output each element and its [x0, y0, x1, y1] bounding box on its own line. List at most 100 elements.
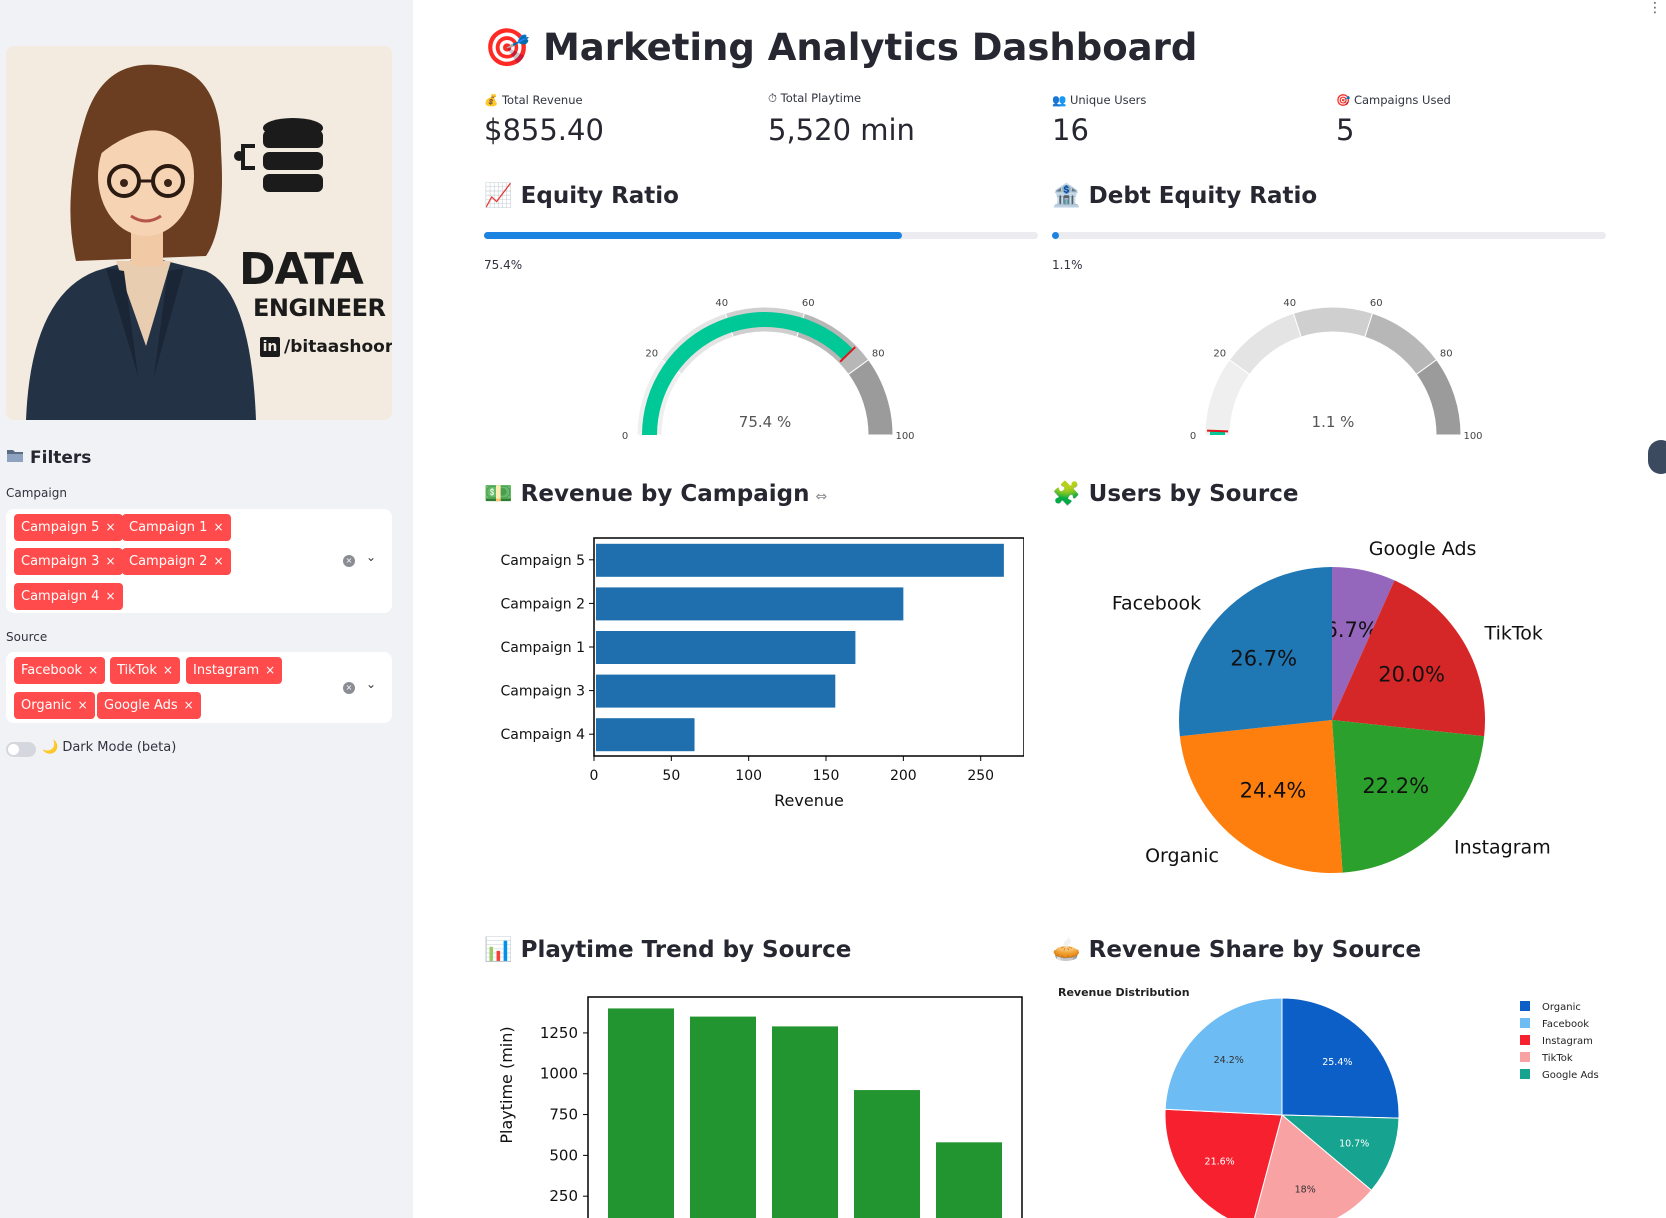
- source-tag[interactable]: TikTok ×: [110, 657, 180, 684]
- campaign-tag[interactable]: Campaign 1 ×: [122, 514, 231, 541]
- gauge-tick-label: 100: [895, 431, 914, 442]
- source-tag[interactable]: Instagram ×: [186, 657, 283, 684]
- playtime-chart: 250 500 750 1000 1250 Playtime (min): [497, 996, 1023, 1218]
- y-tick-label: 250: [549, 1187, 578, 1205]
- banner-subtitle: ENGINEER: [253, 294, 386, 322]
- source-tag[interactable]: Google Ads ×: [97, 692, 201, 719]
- campaign-tag[interactable]: Campaign 2 ×: [122, 548, 231, 575]
- handle-text: /bitaashoori: [284, 337, 392, 357]
- gauge-tick-label: 60: [1370, 298, 1383, 309]
- legend-swatch: [1520, 1001, 1530, 1011]
- pie-value-label: 24.4%: [1240, 778, 1307, 802]
- pie-value-label: 18%: [1295, 1185, 1316, 1196]
- remove-tag-icon[interactable]: ×: [265, 663, 275, 677]
- bar: [596, 631, 856, 664]
- bar: [936, 1142, 1002, 1218]
- pie-value-label: 22.2%: [1362, 774, 1429, 798]
- banner-title: DATA: [239, 244, 364, 295]
- pie-category-label: TikTok: [1484, 622, 1543, 644]
- remove-tag-icon[interactable]: ×: [213, 520, 223, 534]
- source-multiselect[interactable]: Facebook × TikTok × Instagram × Organic × Go…: [6, 652, 392, 723]
- remove-tag-icon[interactable]: ×: [105, 589, 115, 603]
- folder-icon: [6, 448, 24, 468]
- filters-title: Filters: [30, 448, 92, 468]
- link-icon[interactable]: ⇔: [815, 489, 827, 505]
- debt-gauge: 0 20 40 60 80 100 1.1 %: [1190, 298, 1483, 442]
- gauge-band: [1204, 359, 1251, 436]
- remove-tag-icon[interactable]: ×: [105, 520, 115, 534]
- banner-illustration: [26, 64, 323, 420]
- side-widget-icon[interactable]: [1648, 440, 1666, 474]
- remove-tag-icon[interactable]: ×: [88, 663, 98, 677]
- debt-progress-fill: [1052, 232, 1059, 239]
- gauge-tick-label: 80: [872, 349, 885, 360]
- chart-title: Revenue Distribution: [1058, 986, 1190, 999]
- gauge-tick-label: 20: [1213, 349, 1226, 360]
- remove-tag-icon[interactable]: ×: [184, 698, 194, 712]
- y-tick-label: Campaign 2: [501, 596, 585, 612]
- chevron-down-icon[interactable]: ⌄: [366, 677, 376, 691]
- equity-title: 📈 Equity Ratio: [484, 183, 679, 209]
- debt-progress-text: 1.1%: [1052, 258, 1083, 272]
- source-tag[interactable]: Facebook ×: [14, 657, 106, 684]
- equity-progress-fill: [484, 232, 902, 239]
- gauge-band: [1228, 312, 1302, 376]
- chevron-down-icon[interactable]: ⌄: [366, 550, 376, 564]
- gauge-band: [1364, 312, 1438, 376]
- revenue-share-title: 🥧 Revenue Share by Source: [1052, 937, 1422, 963]
- gauge-band: [1292, 306, 1374, 338]
- pie-value-label: 25.4%: [1322, 1057, 1352, 1068]
- y-tick-label: Campaign 1: [501, 640, 585, 656]
- remove-tag-icon[interactable]: ×: [213, 554, 223, 568]
- clear-icon[interactable]: ×: [343, 555, 355, 567]
- y-tick-label: 1000: [540, 1065, 578, 1083]
- gauge-band: [1415, 359, 1462, 436]
- legend-label: Organic: [1542, 1002, 1581, 1013]
- source-tag[interactable]: Organic ×: [14, 692, 95, 719]
- remove-tag-icon[interactable]: ×: [78, 698, 88, 712]
- gauge-tick-label: 0: [1190, 431, 1196, 442]
- campaign-tag[interactable]: Campaign 3 ×: [14, 548, 123, 575]
- remove-tag-icon[interactable]: ×: [105, 554, 115, 568]
- y-tick-label: Campaign 5: [501, 553, 585, 569]
- debt-progress-bar: [1052, 232, 1606, 239]
- x-tick-label: 250: [967, 768, 994, 784]
- y-tick-label: 500: [549, 1146, 578, 1164]
- gauge-tick-label: 100: [1463, 431, 1482, 442]
- legend-swatch: [1520, 1035, 1530, 1045]
- gauge-tick-label: 0: [622, 431, 628, 442]
- legend-swatch: [1520, 1018, 1530, 1028]
- legend-label: Instagram: [1542, 1036, 1593, 1047]
- dark-mode-toggle[interactable]: [6, 742, 36, 757]
- gauge-band: [847, 359, 894, 436]
- legend-label: TikTok: [1541, 1053, 1573, 1064]
- metric-label: 👥 Unique Users: [1052, 93, 1147, 107]
- sidebar: DATA ENGINEER in /bitaashoori Filters Ca…: [0, 0, 413, 1218]
- legend-swatch: [1520, 1069, 1530, 1079]
- clear-icon[interactable]: ×: [343, 682, 355, 694]
- x-axis-label: Revenue: [774, 791, 844, 810]
- pie-category-label: Facebook: [1112, 592, 1201, 614]
- revenue-campaign-title: 💵 Revenue by Campaign ⇔: [484, 481, 828, 507]
- users-by-source-chart: 6.7%Google Ads20.0%TikTok22.2%Instagram2…: [1112, 538, 1551, 873]
- x-tick-label: 100: [735, 768, 762, 784]
- metric-label: 💰 Total Revenue: [484, 93, 583, 107]
- y-tick-label: Campaign 4: [501, 727, 586, 743]
- pie-category-label: Google Ads: [1369, 538, 1477, 560]
- users-source-title: 🧩 Users by Source: [1052, 481, 1299, 507]
- metric-value: 16: [1052, 113, 1089, 147]
- more-options-icon[interactable]: ⋮: [1648, 0, 1662, 16]
- equity-progress-text: 75.4%: [484, 258, 523, 272]
- metric-value: 5,520 min: [768, 113, 915, 147]
- bar: [596, 543, 1004, 577]
- campaign-multiselect[interactable]: Campaign 5 × Campaign 1 × Campaign 3 × Camp…: [6, 509, 392, 613]
- linkedin-handle: in /bitaashoori: [260, 337, 392, 357]
- campaign-tag[interactable]: Campaign 4 ×: [14, 583, 123, 610]
- remove-tag-icon[interactable]: ×: [163, 663, 173, 677]
- gauge-tick-label: 60: [802, 298, 815, 309]
- x-tick-label: 50: [662, 768, 680, 784]
- campaign-tag[interactable]: Campaign 5 ×: [14, 514, 123, 541]
- bar: [596, 587, 904, 621]
- bar: [772, 1026, 838, 1218]
- equity-progress-bar: [484, 232, 1038, 239]
